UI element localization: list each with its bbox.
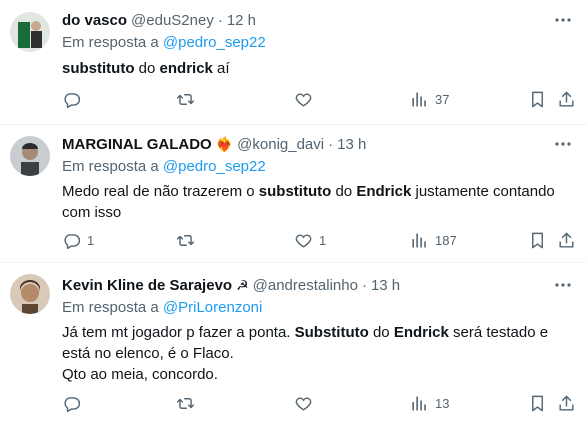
reply-icon	[64, 396, 81, 412]
text-segment: Medo real de não trazerem o	[62, 183, 259, 200]
display-name[interactable]: MARGINAL GALADO	[62, 136, 212, 153]
share-button[interactable]	[557, 393, 576, 413]
share-icon	[559, 395, 574, 411]
bookmark-icon	[532, 232, 543, 248]
more-icon[interactable]	[553, 134, 573, 154]
views-icon	[412, 232, 426, 248]
mention-link[interactable]: @pedro_sep22	[163, 158, 266, 175]
text-line: Já tem mt jogador p fazer a ponta. Subst…	[62, 322, 573, 364]
separator-dot: ·	[361, 276, 367, 294]
action-bar: 1 1 187	[62, 230, 577, 250]
views-button[interactable]: 187	[410, 230, 457, 250]
tweet[interactable]: MARGINAL GALADO ❤️‍🔥 @konig_davi · 13 h …	[0, 124, 587, 263]
text-segment: do	[134, 60, 160, 77]
text-segment: do	[331, 183, 357, 200]
tweet-text: Medo real de não trazerem o substituto d…	[62, 181, 573, 223]
like-icon	[295, 234, 312, 248]
user-handle[interactable]: @andrestalinho	[253, 277, 358, 294]
retweet-button[interactable]	[176, 89, 195, 109]
tweet-text: Já tem mt jogador p fazer a ponta. Subst…	[62, 322, 573, 385]
tweet[interactable]: do vasco @eduS2ney · 12 h Em resposta a …	[0, 0, 587, 125]
reply-prefix: Em resposta a	[62, 158, 159, 175]
bold-word: substituto	[62, 60, 135, 77]
views-count: 37	[435, 91, 450, 107]
views-count: 13	[435, 395, 450, 411]
reply-button[interactable]	[62, 89, 81, 109]
heart-on-fire-emoji: ❤️‍🔥	[215, 135, 234, 152]
bookmark-icon	[532, 91, 543, 107]
more-icon[interactable]	[553, 10, 573, 30]
display-name[interactable]: Kevin Kline de Sarajevo	[62, 277, 232, 294]
tweet[interactable]: Kevin Kline de Sarajevo ☭ @andrestalinho…	[0, 262, 587, 426]
like-icon	[295, 93, 312, 107]
reply-icon	[64, 92, 81, 108]
bold-word: Endrick	[356, 183, 412, 200]
text-segment: aí	[212, 60, 230, 77]
tweet-header: MARGINAL GALADO ❤️‍🔥 @konig_davi · 13 h	[62, 134, 366, 154]
reply-button[interactable]	[62, 393, 81, 413]
reply-prefix: Em resposta a	[62, 299, 159, 316]
reply-context: Em resposta a @pedro_sep22	[62, 34, 266, 51]
bookmark-button[interactable]	[528, 89, 547, 109]
separator-dot: ·	[217, 11, 223, 29]
retweet-icon	[176, 93, 195, 105]
text-segment: do	[368, 324, 394, 341]
share-button[interactable]	[557, 89, 576, 109]
reply-count: 1	[87, 232, 95, 248]
action-bar: 13	[62, 393, 577, 413]
reply-icon	[64, 233, 81, 249]
retweet-button[interactable]	[176, 393, 195, 413]
like-button[interactable]: 1	[294, 230, 326, 250]
bookmark-icon	[532, 395, 543, 411]
bold-word: Substituto	[294, 324, 369, 341]
views-count: 187	[435, 232, 457, 248]
views-icon	[412, 91, 426, 107]
user-handle[interactable]: @eduS2ney	[131, 12, 214, 29]
mention-link[interactable]: @PriLorenzoni	[163, 299, 262, 316]
mention-link[interactable]: @pedro_sep22	[163, 34, 266, 51]
avatar[interactable]	[10, 274, 50, 314]
reply-feed: do vasco @eduS2ney · 12 h Em resposta a …	[0, 0, 587, 426]
timestamp[interactable]: 13 h	[337, 136, 366, 153]
like-count: 1	[319, 232, 327, 248]
hammer-sickle-emoji: ☭	[236, 276, 249, 293]
avatar[interactable]	[10, 12, 50, 52]
reply-context: Em resposta a @PriLorenzoni	[62, 299, 262, 316]
display-name[interactable]: do vasco	[62, 12, 127, 29]
tweet-header: do vasco @eduS2ney · 12 h	[62, 10, 256, 30]
retweet-button[interactable]	[176, 230, 195, 250]
views-button[interactable]: 37	[410, 89, 449, 109]
reply-prefix: Em resposta a	[62, 34, 159, 51]
more-icon[interactable]	[553, 275, 573, 295]
views-button[interactable]: 13	[410, 393, 449, 413]
bold-word: endrick	[159, 60, 213, 77]
like-icon	[295, 397, 312, 411]
timestamp[interactable]: 13 h	[371, 277, 400, 294]
tweet-header: Kevin Kline de Sarajevo ☭ @andrestalinho…	[62, 275, 400, 295]
timestamp[interactable]: 12 h	[227, 12, 256, 29]
like-button[interactable]	[294, 393, 313, 413]
share-button[interactable]	[557, 230, 576, 250]
like-button[interactable]	[294, 89, 313, 109]
separator-dot: ·	[328, 135, 334, 153]
share-icon	[559, 232, 574, 248]
tweet-text: substituto do endrick aí	[62, 58, 573, 79]
bookmark-button[interactable]	[528, 393, 547, 413]
retweet-icon	[176, 234, 195, 246]
text-segment: Já tem mt jogador p fazer a ponta.	[62, 324, 295, 341]
bold-word: substituto	[258, 183, 332, 200]
text-line: Qto ao meia, concordo.	[62, 366, 218, 383]
reply-button[interactable]: 1	[62, 230, 94, 250]
bold-word: Endrick	[393, 324, 449, 341]
reply-context: Em resposta a @pedro_sep22	[62, 158, 266, 175]
views-icon	[412, 395, 426, 411]
action-bar: 37	[62, 89, 577, 109]
retweet-icon	[176, 397, 195, 409]
avatar[interactable]	[10, 136, 50, 176]
bookmark-button[interactable]	[528, 230, 547, 250]
share-icon	[559, 91, 574, 107]
user-handle[interactable]: @konig_davi	[237, 136, 324, 153]
